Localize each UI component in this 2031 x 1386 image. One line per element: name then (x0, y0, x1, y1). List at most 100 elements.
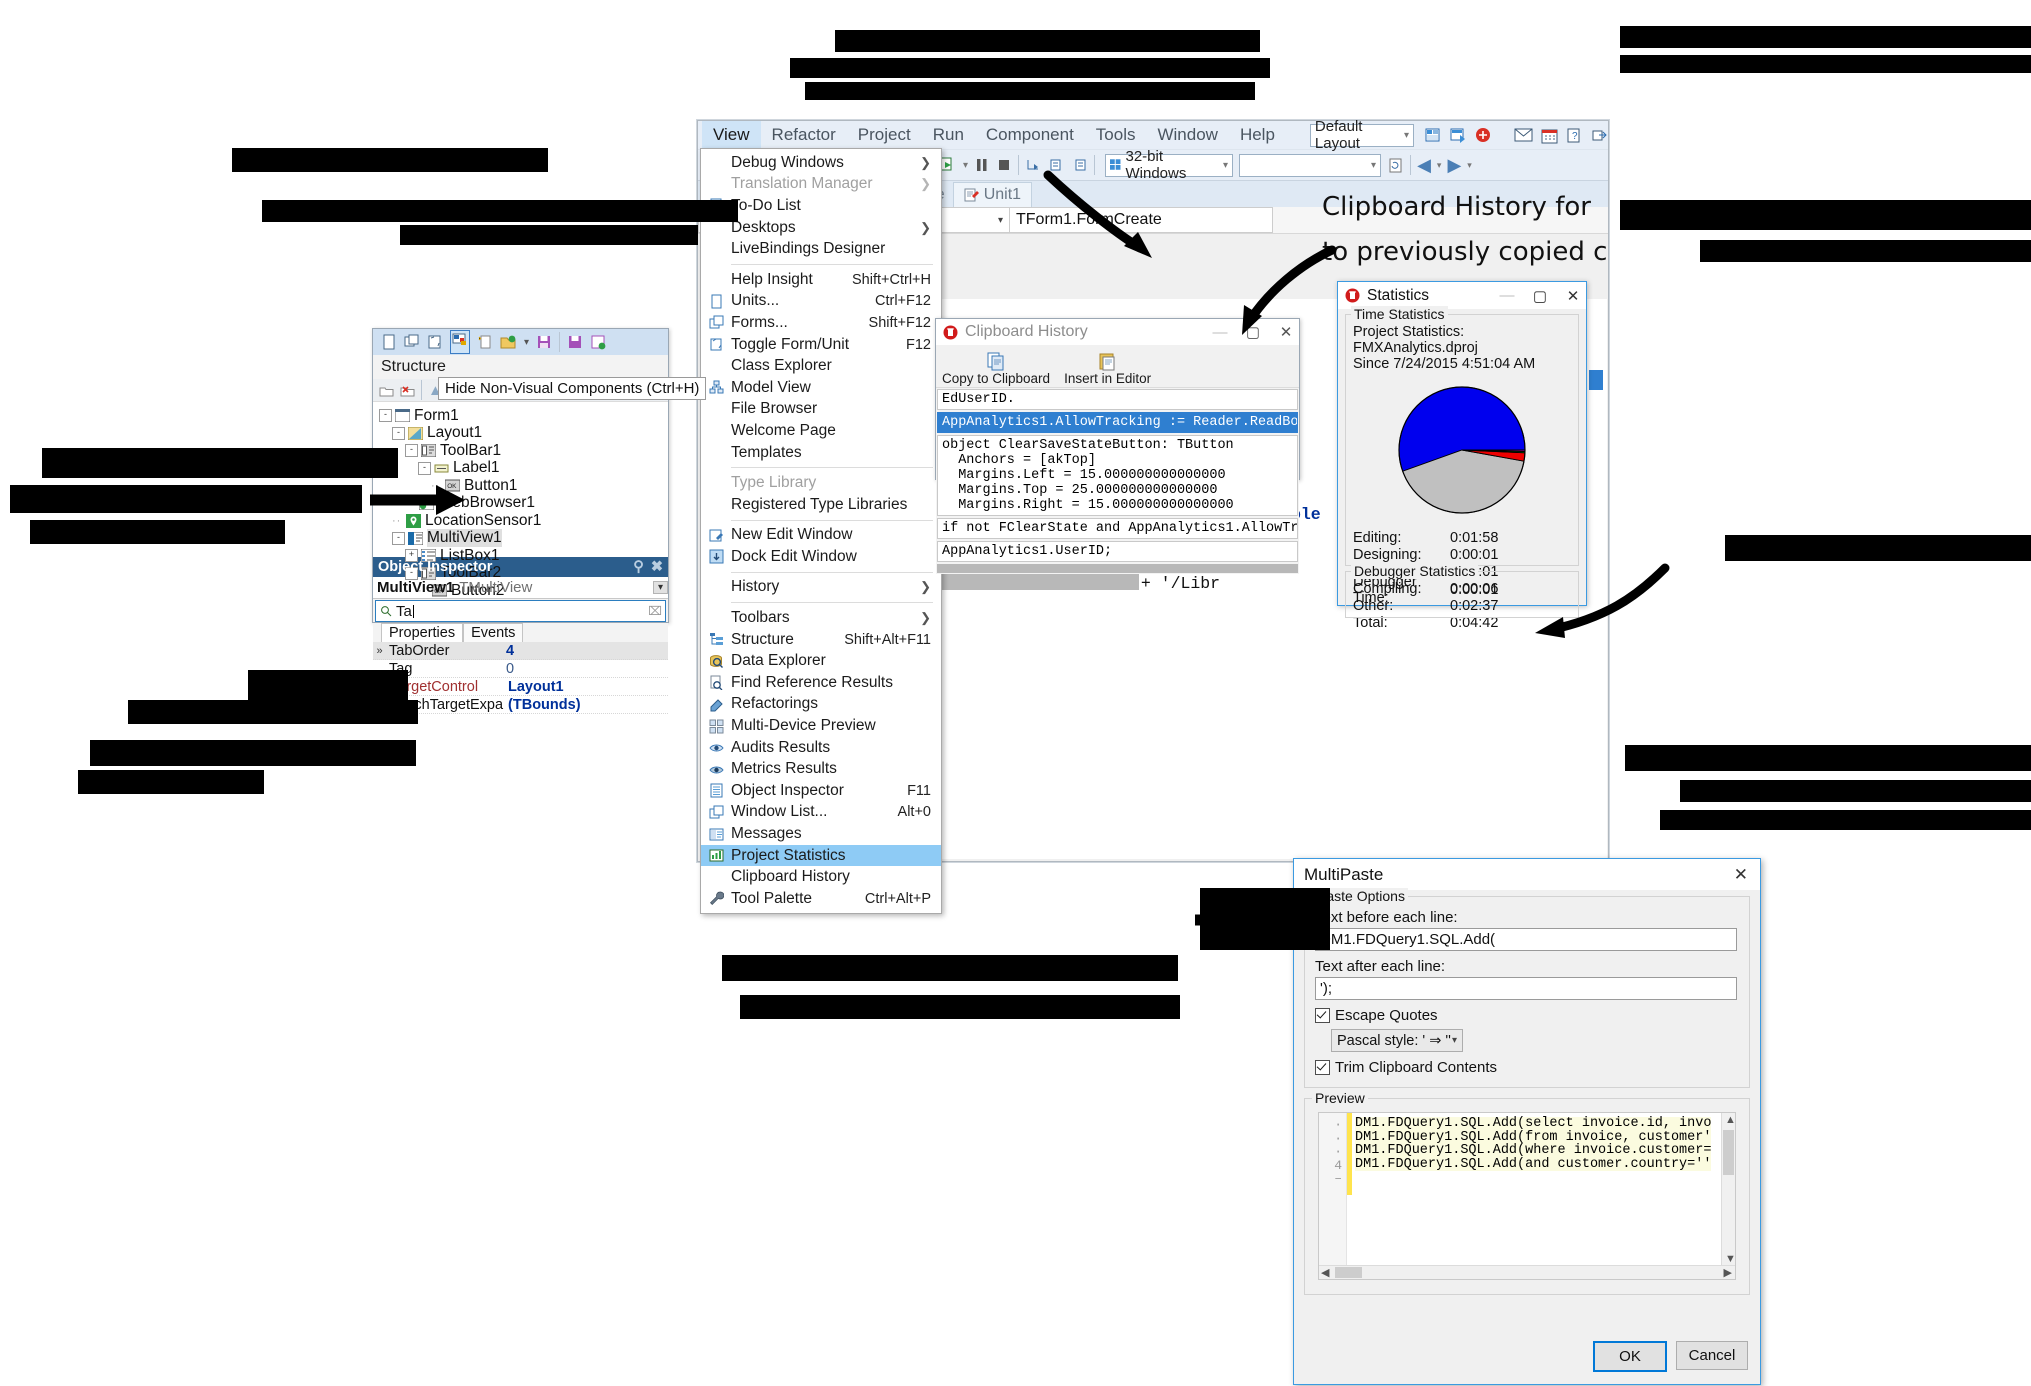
view-menu-item-data-explorer[interactable]: Data Explorer (701, 650, 941, 672)
clear-search-icon[interactable]: ⌧ (648, 604, 665, 618)
new-node-icon[interactable] (379, 384, 394, 397)
view-menu-item-units[interactable]: Units... Ctrl+F12 (701, 291, 941, 313)
view-menu-item-templates[interactable]: Templates (701, 442, 941, 464)
clipboard-history-item[interactable]: object ClearSaveStateButton: TButton Anc… (937, 435, 1298, 516)
menu-refactor[interactable]: Refactor (761, 121, 847, 149)
minimize-icon[interactable]: — (1494, 287, 1520, 304)
structure-tree-node-multiview1[interactable]: - MultiView1 (379, 529, 668, 548)
menu-view[interactable]: View (702, 121, 761, 149)
structure-tree-node-layout1[interactable]: - Layout1 (379, 424, 668, 443)
insert-in-editor-button[interactable]: Insert in Editor (1058, 349, 1157, 387)
save-desktop-icon[interactable] (1424, 126, 1442, 144)
chevron-down-icon-3[interactable]: ▾ (963, 160, 968, 171)
view-menu-item-file-browser[interactable]: File Browser (701, 399, 941, 421)
config-combo[interactable]: ▾ (1239, 153, 1382, 177)
new-item-icon[interactable] (477, 334, 493, 350)
close-icon[interactable]: ✖ (651, 559, 663, 575)
menu-window[interactable]: Window (1146, 121, 1228, 149)
scroll-right-icon[interactable]: ▶ (1724, 1266, 1732, 1279)
structure-tree-node-label1[interactable]: - Label1 (379, 459, 668, 478)
property-row-tag[interactable]: Tag 0 (373, 660, 668, 678)
chevron-down-icon-8[interactable]: ▾ (652, 581, 668, 594)
view-menu-item-dock-edit-window[interactable]: Dock Edit Window (701, 546, 941, 568)
new-form-icon[interactable] (381, 334, 397, 350)
view-menu-item-toolbars[interactable]: Toolbars ❯ (701, 607, 941, 629)
trim-clipboard-checkbox[interactable] (1315, 1060, 1330, 1075)
save-project-icon[interactable] (590, 334, 606, 350)
menu-help[interactable]: Help (1229, 121, 1286, 149)
menu-tools[interactable]: Tools (1085, 121, 1147, 149)
collapse-icon[interactable]: - (392, 426, 405, 440)
stop-icon[interactable] (996, 157, 1012, 173)
refresh-icon[interactable] (1387, 157, 1404, 174)
property-expander[interactable]: » (373, 645, 386, 657)
view-menu-item-class-explorer[interactable]: Class Explorer (701, 355, 941, 377)
scroll-down-icon[interactable]: ▼ (1725, 1253, 1735, 1265)
hide-nonvisual-button[interactable] (450, 330, 470, 354)
scroll-left-icon[interactable]: ◀ (1321, 1266, 1329, 1279)
tab-properties[interactable]: Properties (381, 623, 464, 642)
chevron-down-icon-7[interactable]: ▾ (524, 337, 529, 348)
view-menu-item-metrics-results[interactable]: Metrics Results (701, 758, 941, 780)
preview-horizontal-scrollbar[interactable]: ◀ ▶ (1319, 1265, 1735, 1279)
scroll-up-icon[interactable]: ▲ (1725, 1114, 1735, 1126)
view-menu-item-project-statistics[interactable]: Project Statistics (701, 844, 941, 867)
view-menu-item-find-reference-results[interactable]: Find Reference Results (701, 672, 941, 694)
view-menu-item-audits-results[interactable]: Audits Results (701, 737, 941, 759)
login-icon[interactable] (1591, 127, 1608, 144)
clipboard-history-item[interactable]: AppAnalytics1.UserID; (937, 541, 1298, 562)
back-icon[interactable]: ◀ (1417, 155, 1431, 176)
set-desktop-icon[interactable] (1449, 126, 1467, 144)
property-value[interactable]: 0 (501, 661, 514, 677)
object-inspector-search[interactable]: Ta ⌧ (375, 600, 666, 622)
help-doc-icon[interactable]: ? (1566, 127, 1583, 144)
back-dropdown-icon[interactable]: ▾ (1437, 160, 1442, 171)
clipboard-history-item[interactable]: if not FClearState and AppAnalytics1.All… (937, 518, 1298, 539)
property-row-taborder[interactable]: » TabOrder 4 (373, 642, 668, 660)
view-menu-item-multi-device-preview[interactable]: Multi-Device Preview (701, 715, 941, 737)
text-after-input[interactable]: '); (1315, 977, 1737, 1000)
menu-project[interactable]: Project (847, 121, 922, 149)
view-menu-item-forms[interactable]: Forms... Shift+F12 (701, 312, 941, 334)
view-menu-item-structure[interactable]: Structure Shift+Alt+F11 (701, 629, 941, 651)
menu-run[interactable]: Run (922, 121, 975, 149)
text-before-input[interactable]: DM1.FDQuery1.SQL.Add( (1315, 928, 1737, 951)
pin-icon[interactable]: ⚲ (633, 559, 644, 575)
structure-tree-node-form1[interactable]: - Form1 (379, 407, 668, 425)
view-menu-item-object-inspector[interactable]: Object Inspector F11 (701, 780, 941, 802)
align-icon[interactable] (404, 334, 420, 350)
forward-icon[interactable]: ▶ (1447, 155, 1461, 176)
copy-to-clipboard-button[interactable]: Copy to Clipboard (936, 349, 1056, 387)
pause-icon[interactable] (974, 157, 990, 173)
view-menu-item-help-insight[interactable]: Help Insight Shift+Ctrl+H (701, 269, 941, 291)
structure-tree-node-toolbar1[interactable]: - ToolBar1 (379, 442, 668, 460)
preview-vertical-scrollbar[interactable]: ▲ ▼ (1721, 1113, 1735, 1279)
view-menu-item-refactorings[interactable]: Refactorings (701, 694, 941, 716)
delete-node-icon[interactable] (400, 384, 415, 397)
trim-clipboard-row[interactable]: Trim Clipboard Contents (1315, 1059, 1749, 1076)
object-inspector-component-combo[interactable]: MultiView1 TMultiView ▾ (373, 577, 668, 599)
mail-icon[interactable] (1514, 127, 1533, 143)
property-value[interactable]: 4 (501, 643, 514, 659)
clipboard-history-item[interactable]: EdUserID. (937, 389, 1298, 410)
hscroll-thumb[interactable] (1335, 1267, 1362, 1278)
view-menu-item-model-view[interactable]: Model View (701, 377, 941, 399)
layout-combo[interactable]: Default Layout ▾ (1309, 118, 1414, 152)
escape-quotes-checkbox[interactable] (1315, 1008, 1330, 1023)
quote-style-select[interactable]: Pascal style: ' ⇒ '' ▾ (1331, 1029, 1463, 1052)
preview-area[interactable]: · · · 4– DM1.FDQuery1.SQL.Add(select invoic… (1318, 1112, 1736, 1280)
tab-events[interactable]: Events (463, 623, 524, 642)
calendar-icon[interactable] (1541, 127, 1558, 144)
menu-component[interactable]: Component (975, 121, 1085, 149)
collapse-icon[interactable]: - (405, 444, 418, 458)
property-value[interactable]: (TBounds) (503, 697, 580, 713)
collapse-icon[interactable]: - (379, 409, 392, 423)
cancel-button[interactable]: Cancel (1676, 1341, 1748, 1370)
tab-unit1[interactable]: Unit1 (952, 182, 1033, 207)
view-menu-item-window-list[interactable]: Window List... Alt+0 (701, 802, 941, 824)
resize-icon[interactable] (427, 334, 443, 350)
property-row-targetcontrol[interactable]: +TargetControlLayout1 (373, 678, 668, 696)
collapse-icon[interactable]: - (418, 461, 431, 475)
view-menu-item-toggle-form-unit[interactable]: Toggle Form/Unit F12 (701, 334, 941, 356)
view-menu-item-new-edit-window[interactable]: New Edit Window (701, 525, 941, 547)
